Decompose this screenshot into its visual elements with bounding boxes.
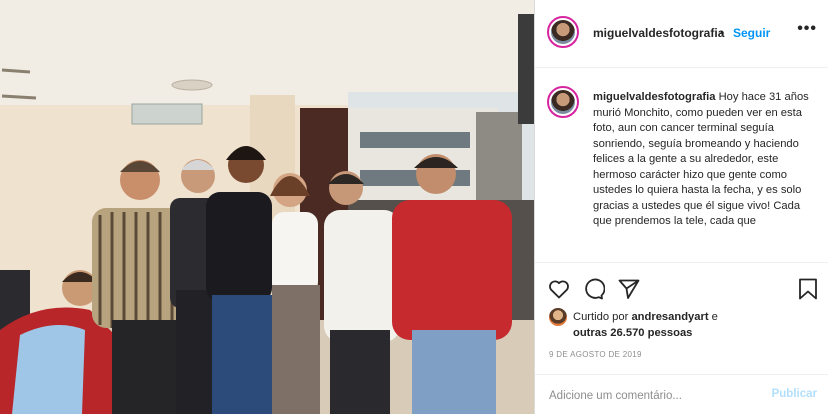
separator-dot: • [720,26,725,40]
group-photo [0,0,534,414]
comment-icon[interactable] [581,277,606,306]
publish-button[interactable]: Publicar [772,388,817,400]
caption-area: miguelvaldesfotografia Hoy hace 31 años … [535,80,828,262]
likes-summary: Curtido por andresandyart e outras 26.57… [549,306,819,340]
more-options-icon[interactable]: ••• [797,20,817,38]
post-date[interactable]: 9 DE AGOSTO DE 2019 [549,350,642,359]
caption-text: Hoy hace 31 años murió Monchito, como pu… [593,91,809,227]
heart-icon[interactable] [547,277,571,306]
liker-avatar[interactable] [549,308,567,326]
likes-conjunction: e [708,311,718,323]
likes-prefix: Curtido por [573,311,632,323]
caption-author-avatar[interactable] [547,86,579,118]
likes-others-link[interactable]: outras 26.570 pessoas [573,327,692,339]
comment-bar: Publicar [535,374,828,414]
follow-button[interactable]: Seguir [733,26,770,40]
post-sidebar: miguelvaldesfotografia • Seguir ••• migu… [534,0,828,414]
post-photo[interactable] [0,0,534,414]
author-avatar[interactable] [547,16,579,48]
likes-text: Curtido por andresandyart e outras 26.57… [573,309,718,341]
liker-username[interactable]: andresandyart [631,311,708,323]
comment-input[interactable] [547,386,761,406]
bookmark-icon[interactable] [797,277,819,306]
caption: miguelvaldesfotografia Hoy hace 31 años … [593,90,821,230]
post-header: miguelvaldesfotografia • Seguir ••• [535,0,828,68]
share-icon[interactable] [617,277,641,306]
caption-username[interactable]: miguelvaldesfotografia [593,91,715,103]
instagram-post: miguelvaldesfotografia • Seguir ••• migu… [0,0,828,414]
author-username[interactable]: miguelvaldesfotografia [593,26,724,40]
